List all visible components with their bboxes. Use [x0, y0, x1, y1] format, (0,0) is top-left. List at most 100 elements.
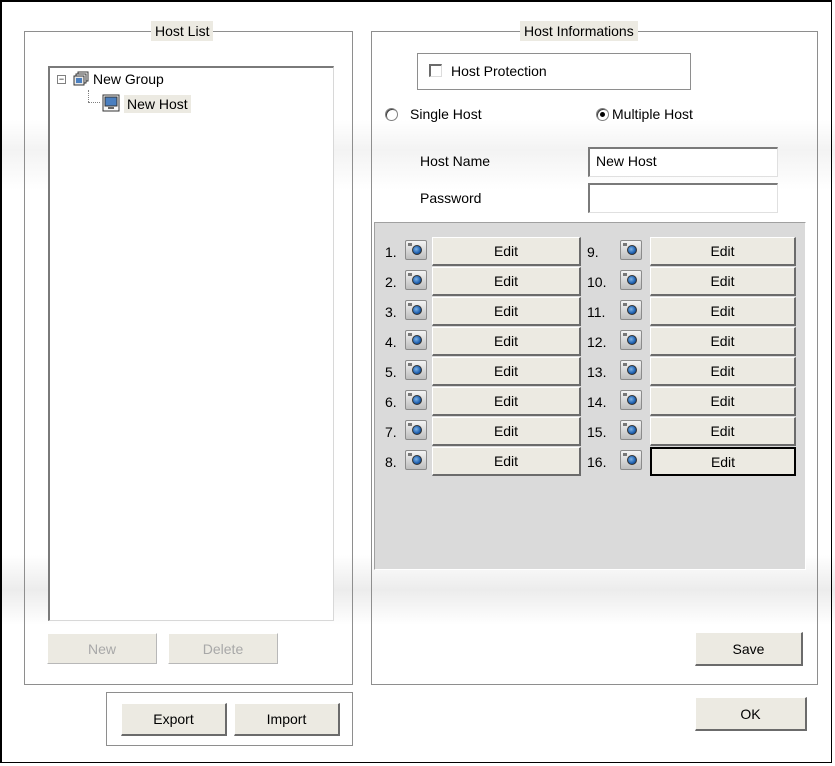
- tree-connector-vertical: [88, 90, 89, 102]
- tree-host-label[interactable]: New Host: [124, 95, 191, 113]
- camera-icon: [620, 270, 642, 290]
- camera-flash: [408, 243, 412, 246]
- camera-edit-button[interactable]: Edit: [432, 357, 581, 386]
- camera-flash: [623, 363, 627, 366]
- tree-collapse-glyph: −: [58, 74, 65, 84]
- camera-icon: [620, 360, 642, 380]
- camera-icon: [405, 240, 427, 260]
- camera-edit-button[interactable]: Edit: [650, 267, 796, 296]
- camera-number: 14.: [587, 394, 607, 410]
- camera-lens: [627, 305, 637, 315]
- camera-number: 12.: [587, 334, 607, 350]
- camera-flash: [408, 363, 412, 366]
- host-protection-label: Host Protection: [451, 63, 547, 79]
- camera-edit-button[interactable]: Edit: [432, 387, 581, 416]
- tree-group-label[interactable]: New Group: [93, 70, 164, 88]
- camera-flash: [408, 333, 412, 336]
- new-button[interactable]: New: [47, 633, 157, 664]
- camera-edit-button[interactable]: Edit: [650, 327, 796, 356]
- camera-flash: [623, 303, 627, 306]
- camera-number: 5.: [385, 364, 397, 380]
- camera-edit-button[interactable]: Edit: [650, 237, 796, 266]
- camera-number: 9.: [587, 244, 599, 260]
- export-button[interactable]: Export: [121, 703, 227, 736]
- camera-icon: [620, 450, 642, 470]
- camera-icon: [405, 450, 427, 470]
- camera-flash: [623, 393, 627, 396]
- camera-edit-button[interactable]: Edit: [650, 417, 796, 446]
- camera-flash: [408, 393, 412, 396]
- camera-edit-button[interactable]: Edit: [432, 297, 581, 326]
- camera-flash: [408, 303, 412, 306]
- delete-button[interactable]: Delete: [168, 633, 278, 664]
- camera-edit-button[interactable]: Edit: [432, 267, 581, 296]
- camera-number: 8.: [385, 454, 397, 470]
- camera-number: 15.: [587, 424, 607, 440]
- camera-edit-button[interactable]: Edit: [650, 357, 796, 386]
- camera-number: 10.: [587, 274, 607, 290]
- camera-flash: [623, 333, 627, 336]
- radio-selected-dot: [600, 112, 605, 117]
- camera-number: 16.: [587, 454, 607, 470]
- tree-connector-horizontal: [88, 102, 100, 103]
- group-icon: [73, 71, 89, 87]
- camera-icon: [620, 300, 642, 320]
- single-host-radio[interactable]: [385, 108, 398, 121]
- camera-lens: [412, 455, 422, 465]
- camera-number: 11.: [587, 304, 606, 320]
- camera-lens: [627, 245, 637, 255]
- password-input[interactable]: [588, 183, 778, 213]
- camera-lens: [412, 395, 422, 405]
- camera-number: 6.: [385, 394, 397, 410]
- camera-edit-button[interactable]: Edit: [432, 447, 581, 476]
- camera-icon: [405, 270, 427, 290]
- camera-icon: [620, 330, 642, 350]
- camera-edit-button[interactable]: Edit: [650, 387, 796, 416]
- single-host-label: Single Host: [410, 106, 482, 122]
- camera-flash: [623, 273, 627, 276]
- camera-icon: [405, 420, 427, 440]
- camera-edit-button[interactable]: Edit: [650, 447, 796, 476]
- host-name-label: Host Name: [420, 153, 491, 169]
- camera-number: 1.: [385, 244, 397, 260]
- camera-lens: [627, 275, 637, 285]
- save-button[interactable]: Save: [695, 632, 803, 666]
- camera-lens: [627, 395, 637, 405]
- camera-lens: [412, 425, 422, 435]
- import-button[interactable]: Import: [234, 703, 340, 736]
- host-icon: [102, 94, 120, 112]
- camera-lens: [627, 425, 637, 435]
- camera-edit-button[interactable]: Edit: [650, 297, 796, 326]
- tree-collapse-icon[interactable]: −: [57, 75, 66, 84]
- camera-lens: [627, 455, 637, 465]
- host-name-input[interactable]: New Host: [588, 147, 778, 177]
- ok-button[interactable]: OK: [695, 697, 807, 731]
- camera-number: 7.: [385, 424, 397, 440]
- camera-lens: [627, 335, 637, 345]
- multiple-host-radio[interactable]: [596, 108, 609, 121]
- password-label: Password: [420, 190, 482, 206]
- camera-edit-button[interactable]: Edit: [432, 327, 581, 356]
- camera-icon: [405, 390, 427, 410]
- camera-edit-button[interactable]: Edit: [432, 237, 581, 266]
- host-tree[interactable]: − New Group New Host: [48, 66, 334, 621]
- host-protection-checkbox[interactable]: [429, 64, 442, 77]
- camera-flash: [623, 423, 627, 426]
- camera-number: 4.: [385, 334, 397, 350]
- host-list-legend: Host List: [151, 21, 214, 41]
- camera-flash: [623, 453, 627, 456]
- camera-icon: [405, 330, 427, 350]
- camera-icon: [620, 390, 642, 410]
- camera-lens: [412, 305, 422, 315]
- multiple-host-label: Multiple Host: [612, 106, 693, 122]
- camera-icon: [620, 420, 642, 440]
- camera-lens: [412, 245, 422, 255]
- host-info-legend: Host Informations: [520, 21, 638, 41]
- camera-icon: [405, 300, 427, 320]
- camera-edit-button[interactable]: Edit: [432, 417, 581, 446]
- camera-lens: [412, 365, 422, 375]
- camera-number: 3.: [385, 304, 397, 320]
- camera-flash: [408, 453, 412, 456]
- camera-icon: [405, 360, 427, 380]
- camera-lens: [627, 365, 637, 375]
